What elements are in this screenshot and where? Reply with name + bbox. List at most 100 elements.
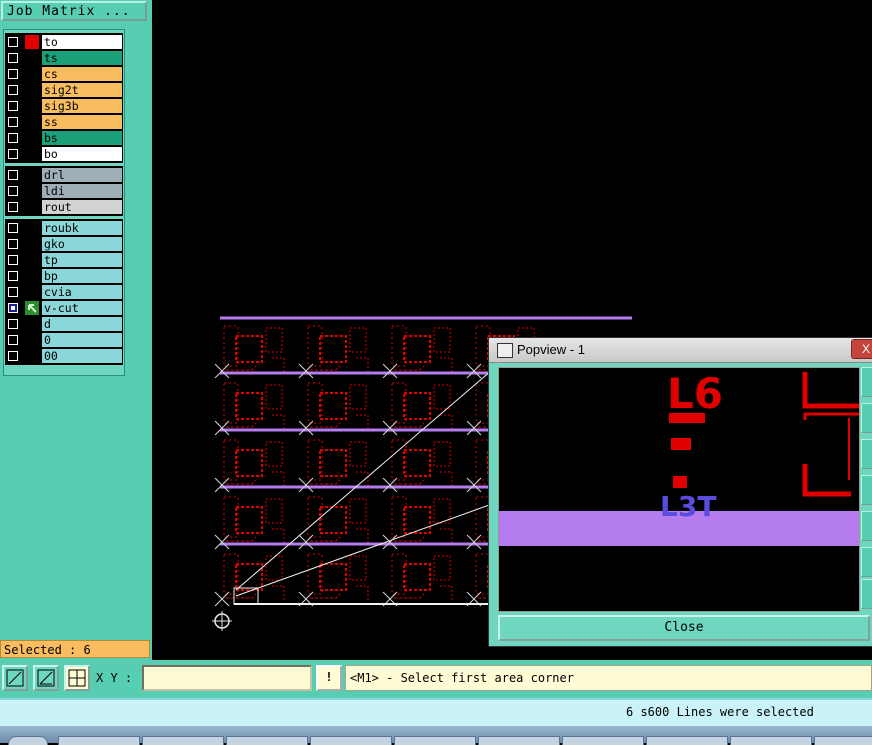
layer-checkbox[interactable] [8, 117, 18, 127]
layer-row[interactable]: sig2t [5, 82, 123, 98]
layer-row[interactable]: 00 [5, 348, 123, 364]
layer-name[interactable]: rout [42, 200, 122, 214]
layer-color-swatch[interactable] [25, 317, 39, 331]
layer-row[interactable]: cs [5, 66, 123, 82]
layer-color-swatch[interactable] [25, 253, 39, 267]
taskbar-item[interactable] [310, 736, 392, 745]
layer-checkbox[interactable] [8, 335, 18, 345]
layer-name[interactable]: sig3b [42, 99, 122, 113]
layer-row[interactable]: bo [5, 146, 123, 162]
layer-checkbox[interactable] [8, 319, 18, 329]
layer-name[interactable]: tp [42, 253, 122, 267]
popview-canvas[interactable]: L6 L3T [498, 367, 860, 612]
layer-color-swatch[interactable] [25, 131, 39, 145]
layer-name[interactable]: drl [42, 168, 122, 182]
layer-row[interactable]: tp [5, 252, 123, 268]
layer-color-swatch[interactable] [25, 67, 39, 81]
layer-checkbox[interactable] [8, 271, 18, 281]
layer-name[interactable]: roubk [42, 221, 122, 235]
layer-color-swatch[interactable] [25, 269, 39, 283]
layer-row[interactable]: 0 [5, 332, 123, 348]
layer-name[interactable]: cs [42, 67, 122, 81]
taskbar-item[interactable] [226, 736, 308, 745]
layer-row[interactable]: sig3b [5, 98, 123, 114]
popview-close-button[interactable]: Close [498, 615, 870, 641]
layer-row[interactable]: to [5, 34, 123, 50]
taskbar-item[interactable] [646, 736, 728, 745]
layer-checkbox[interactable] [8, 287, 18, 297]
taskbar-item[interactable] [730, 736, 812, 745]
layer-row[interactable]: bp [5, 268, 123, 284]
taskbar-item[interactable] [142, 736, 224, 745]
fit-icon[interactable] [861, 475, 872, 505]
home-icon[interactable] [861, 511, 872, 541]
layer-row[interactable]: cvia [5, 284, 123, 300]
popview-titlebar[interactable]: Popview - 1 X [489, 338, 872, 363]
layer-checkbox[interactable] [8, 133, 18, 143]
layer-checkbox[interactable] [8, 202, 18, 212]
layer-color-swatch[interactable] [25, 237, 39, 251]
layer-color-swatch[interactable] [25, 83, 39, 97]
taskbar-item[interactable] [814, 736, 872, 745]
layer-checkbox[interactable] [8, 85, 18, 95]
layer-name[interactable]: 00 [42, 349, 122, 363]
layer-name[interactable]: bs [42, 131, 122, 145]
pan-icon[interactable] [861, 439, 872, 469]
layer-checkbox[interactable] [8, 101, 18, 111]
window-close-button[interactable]: X [851, 339, 872, 359]
layer-row[interactable]: roubk [5, 220, 123, 236]
layer-checkbox[interactable] [8, 53, 18, 63]
layer-checkbox[interactable] [8, 69, 18, 79]
layer-color-swatch[interactable] [25, 285, 39, 299]
zoom-out-icon[interactable] [861, 403, 872, 433]
layer-name[interactable]: 0 [42, 333, 122, 347]
xy-coordinate-input[interactable] [142, 665, 312, 691]
layer-checkbox[interactable] [8, 149, 18, 159]
layer-checkbox[interactable] [8, 255, 18, 265]
layer-row[interactable]: ldi [5, 183, 123, 199]
measure-angle-icon[interactable] [33, 665, 59, 691]
layer-row[interactable]: ts [5, 50, 123, 66]
zoom-in-icon[interactable] [861, 367, 872, 397]
layer-checkbox[interactable] [8, 186, 18, 196]
layer-row[interactable]: d [5, 316, 123, 332]
taskbar-item[interactable] [394, 736, 476, 745]
layer-row[interactable]: bs [5, 130, 123, 146]
layer-name[interactable]: ts [42, 51, 122, 65]
layer-checkbox[interactable] [8, 223, 18, 233]
job-matrix-button[interactable]: Job Matrix ... [1, 1, 147, 21]
layer-name[interactable]: gko [42, 237, 122, 251]
layer-name[interactable]: ss [42, 115, 122, 129]
grid-snap-icon[interactable] [64, 665, 90, 691]
layer-row[interactable]: drl [5, 167, 123, 183]
layer-name[interactable]: ldi [42, 184, 122, 198]
zoom-window-icon[interactable] [2, 665, 28, 691]
work-layer-arrow-icon[interactable] [25, 301, 39, 315]
layer-checkbox[interactable] [8, 170, 18, 180]
layer-checkbox[interactable] [8, 37, 18, 47]
start-button[interactable] [8, 736, 48, 745]
layer-color-swatch[interactable] [25, 99, 39, 113]
layer-color-swatch[interactable] [25, 184, 39, 198]
measure-icon[interactable] [861, 547, 872, 577]
layer-name[interactable]: sig2t [42, 83, 122, 97]
layer-color-swatch[interactable] [25, 147, 39, 161]
layer-row[interactable]: gko [5, 236, 123, 252]
layer-color-swatch[interactable] [25, 200, 39, 214]
snap-icon[interactable] [861, 579, 872, 609]
alert-icon[interactable]: ! [316, 665, 342, 691]
taskbar-item[interactable] [562, 736, 644, 745]
layer-checkbox[interactable] [8, 351, 18, 361]
layer-color-swatch[interactable] [25, 349, 39, 363]
layer-name[interactable]: to [42, 35, 122, 49]
layer-row[interactable]: rout [5, 199, 123, 215]
layer-color-swatch[interactable] [25, 333, 39, 347]
layer-color-swatch[interactable] [25, 221, 39, 235]
layer-color-swatch[interactable] [25, 168, 39, 182]
layer-row[interactable]: ss [5, 114, 123, 130]
layer-row[interactable]: v-cut [5, 300, 123, 316]
layer-name[interactable]: bo [42, 147, 122, 161]
layer-name[interactable]: cvia [42, 285, 122, 299]
layer-color-swatch[interactable] [25, 51, 39, 65]
layer-name[interactable]: bp [42, 269, 122, 283]
